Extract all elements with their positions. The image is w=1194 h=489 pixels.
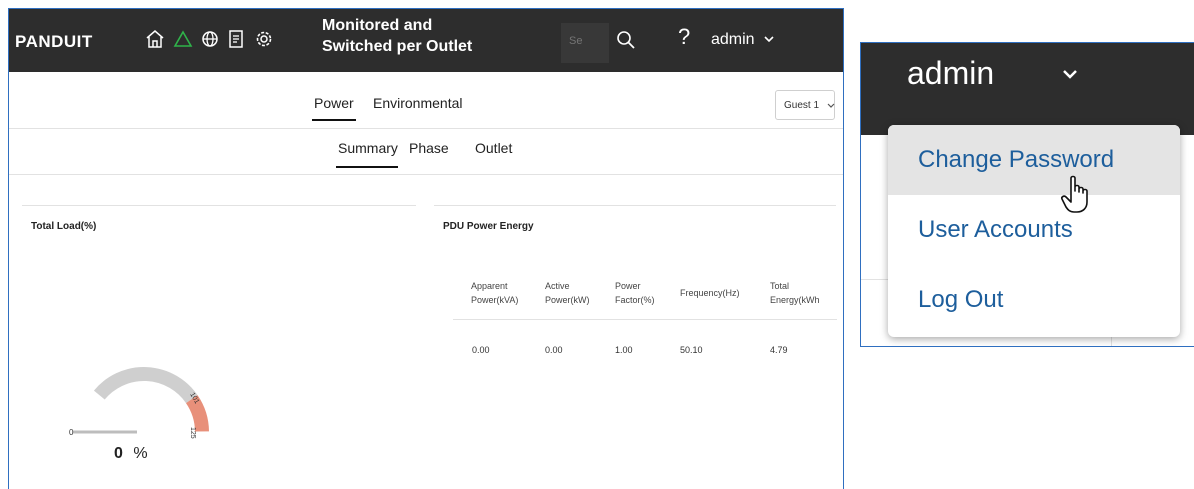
menu-item-log-out[interactable]: Log Out [888, 265, 1180, 335]
header-total-energy: Total Energy(kWh [770, 279, 820, 307]
document-icon[interactable] [225, 28, 247, 50]
total-load-readout: 0 % [114, 445, 148, 463]
cell-frequency: 50.10 [680, 345, 703, 355]
chevron-down-icon[interactable] [763, 34, 775, 44]
header-active-power-l2: Power(kW) [545, 295, 590, 305]
tab-summary[interactable]: Summary [338, 140, 398, 156]
total-load-gauge: 0 101 125 [69, 367, 209, 439]
top-navigation-bar: PANDUIT Monitored and Switched per Outle… [9, 9, 843, 72]
home-icon[interactable] [144, 28, 166, 50]
header-power-factor-l2: Factor(%) [615, 295, 655, 305]
menu-item-change-password[interactable]: Change Password [888, 125, 1180, 195]
header-frequency: Frequency(Hz) [680, 286, 740, 300]
total-load-unit: % [133, 445, 148, 462]
header-active-power: Active Power(kW) [545, 279, 590, 307]
tab-environmental[interactable]: Environmental [373, 95, 463, 111]
menu-item-label: Log Out [918, 286, 1004, 313]
pdu-energy-title: PDU Power Energy [443, 221, 534, 232]
search-box [561, 23, 609, 63]
zoomed-top-bar: admin [861, 43, 1194, 135]
header-total-energy-l1: Total [770, 281, 790, 291]
table-header-divider [453, 319, 837, 320]
user-name: admin [711, 31, 755, 48]
device-title-line2: Switched per Outlet [322, 38, 473, 55]
total-load-divider [22, 205, 416, 206]
guest-select[interactable]: Guest 1 [775, 90, 835, 120]
background-divider [861, 279, 891, 280]
chevron-down-icon [827, 103, 835, 108]
chevron-down-icon[interactable] [1061, 67, 1079, 81]
tab-outlet[interactable]: Outlet [475, 140, 512, 156]
globe-icon[interactable] [199, 28, 221, 50]
secondary-tabs: Summary Phase Outlet [9, 128, 843, 175]
device-title: Monitored and Switched per Outlet [322, 15, 522, 57]
hand-pointer-cursor-icon [1061, 175, 1088, 213]
gauge-max-label: 125 [189, 427, 196, 439]
settings-icon[interactable] [253, 28, 275, 50]
menu-item-label: User Accounts [918, 216, 1073, 243]
tab-phase[interactable]: Phase [409, 140, 449, 156]
header-power-factor-l1: Power [615, 281, 641, 291]
search-input[interactable] [569, 35, 605, 47]
gauge-min-label: 0 [69, 428, 74, 437]
gauge-track [93, 367, 198, 404]
menu-item-user-accounts[interactable]: User Accounts [888, 195, 1180, 265]
pdu-energy-divider [434, 205, 836, 206]
tab-power[interactable]: Power [314, 95, 354, 111]
header-apparent-power-l1: Apparent [471, 281, 508, 291]
user-dropdown-menu: Change Password User Accounts Log Out [888, 125, 1180, 337]
total-load-value: 0 [114, 445, 123, 462]
header-frequency-l1: Frequency(Hz) [680, 288, 740, 298]
zoomed-user-menu-button[interactable]: admin [907, 55, 994, 92]
menu-item-label: Change Password [918, 146, 1115, 173]
search-icon[interactable] [615, 29, 637, 51]
device-title-line1: Monitored and [322, 17, 433, 34]
cell-total-energy: 4.79 [770, 345, 788, 355]
tab-summary-underline [336, 166, 398, 168]
primary-tabs: Power Environmental [9, 72, 843, 129]
tab-power-underline [312, 119, 356, 121]
alert-icon[interactable] [172, 28, 194, 50]
guest-select-value: Guest 1 [784, 100, 820, 111]
zoomed-user-menu-panel: admin Change Password User Accounts Log … [860, 42, 1194, 347]
cell-active-power: 0.00 [545, 345, 563, 355]
panduit-logo: PANDUIT [15, 32, 93, 51]
cell-apparent-power: 0.00 [472, 345, 490, 355]
zoomed-user-name: admin [907, 55, 995, 91]
help-icon[interactable]: ? [678, 24, 690, 50]
header-total-energy-l2: Energy(kWh [770, 295, 820, 305]
header-apparent-power: Apparent Power(kVA) [471, 279, 518, 307]
user-menu-button[interactable]: admin [711, 31, 755, 49]
header-power-factor: Power Factor(%) [615, 279, 655, 307]
main-screenshot-panel: PANDUIT Monitored and Switched per Outle… [8, 8, 844, 489]
header-apparent-power-l2: Power(kVA) [471, 295, 519, 305]
cell-power-factor: 1.00 [615, 345, 633, 355]
total-load-title: Total Load(%) [31, 221, 97, 232]
header-active-power-l1: Active [545, 281, 570, 291]
